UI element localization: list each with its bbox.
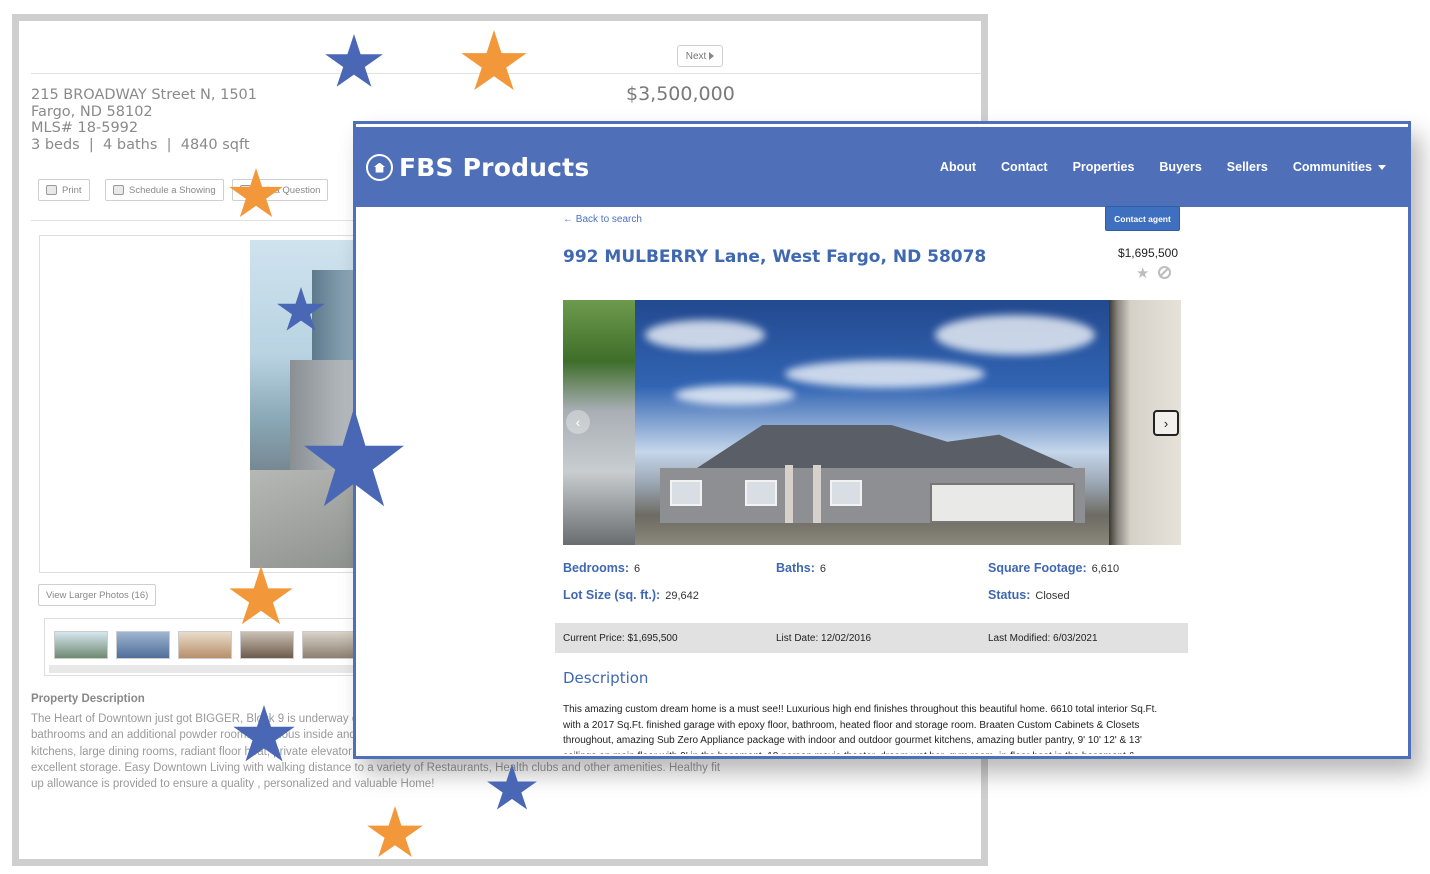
site-header: FBS Products About Contact Properties Bu… [356, 124, 1408, 207]
next-button[interactable]: Next [677, 45, 723, 67]
nav-label: About [939, 160, 977, 174]
cloud [935, 315, 1095, 355]
description-heading: Property Description [31, 693, 145, 705]
cloud [785, 360, 985, 388]
print-button[interactable]: Print [38, 179, 90, 201]
fact-label: Baths: [776, 561, 815, 575]
summary-label: List Date: [776, 633, 819, 644]
site-logo[interactable]: FBS Products [366, 153, 589, 182]
photo-gallery: ‹ › [563, 300, 1181, 545]
calendar-icon [113, 185, 124, 195]
summary-list-date: List Date: 12/02/2016 [776, 633, 871, 644]
photo-frame [39, 235, 370, 573]
house-window [670, 480, 702, 506]
main-photo[interactable] [250, 240, 370, 568]
fbs-listing-window: FBS Products About Contact Properties Bu… [353, 121, 1411, 759]
cloud [645, 320, 765, 350]
next-label: Next [685, 50, 707, 62]
gallery-main-photo[interactable] [635, 300, 1109, 545]
fact-value: 6 [819, 563, 827, 575]
summary-last-modified: Last Modified: 6/03/2021 [988, 633, 1098, 644]
home-logo-icon [366, 154, 393, 181]
fact-status: Status: Closed [988, 588, 1070, 602]
print-label: Print [62, 184, 82, 196]
description-text: This amazing custom dream home is a must… [563, 704, 1158, 754]
thumbnail[interactable] [116, 631, 170, 659]
fact-square-footage: Square Footage: 6,610 [988, 561, 1119, 575]
nav-label: Contact [1001, 160, 1048, 174]
thumbnail[interactable] [54, 631, 108, 659]
summary-label: Last Modified: [988, 633, 1051, 644]
description-heading: Description [563, 669, 649, 687]
summary-label: Current Price: [563, 633, 625, 644]
address-line-1: 215 BROADWAY Street N, 1501 [31, 87, 257, 103]
fact-value: 6 [633, 563, 641, 575]
mls-number: MLS# 18-5992 [31, 120, 139, 136]
nav-label: Communities [1292, 160, 1372, 174]
back-to-search-link[interactable]: ← Back to search [563, 214, 642, 225]
print-icon [46, 185, 57, 195]
view-larger-photos-button[interactable]: View Larger Photos (16) [38, 584, 157, 606]
gallery-prev-button[interactable]: ‹ [566, 410, 590, 434]
fact-label: Square Footage: [988, 561, 1087, 575]
main-nav: About Contact Properties Buyers Sellers … [940, 160, 1386, 174]
gallery-next-button[interactable]: › [1153, 410, 1179, 436]
nav-sellers[interactable]: Sellers [1227, 160, 1268, 174]
house-pillar [813, 465, 821, 523]
summary-value: 12/02/2016 [821, 633, 872, 644]
fact-baths: Baths: 6 [776, 561, 826, 575]
fact-value: 29,642 [665, 590, 699, 602]
house-window [830, 480, 862, 506]
summary-value: 6/03/2021 [1053, 633, 1098, 644]
house-window [745, 480, 777, 506]
listing-price: $3,500,000 [626, 83, 735, 105]
address-line-2: Fargo, ND 58102 [31, 103, 153, 120]
hide-ban-icon[interactable] [1158, 266, 1171, 279]
nav-communities[interactable]: Communities [1293, 160, 1386, 174]
summary-value: $1,695,500 [627, 633, 678, 644]
thumbnail-scrollbar[interactable] [49, 665, 371, 673]
listing-stats: 3 beds | 4 baths | 4840 sqft [31, 136, 250, 153]
fact-value: 6,610 [1091, 563, 1120, 575]
nav-label: Properties [1072, 160, 1135, 174]
contact-agent-button[interactable]: Contact agent [1105, 206, 1180, 231]
house-roof [689, 425, 1085, 473]
house-pillar [785, 465, 793, 523]
favorite-star-icon[interactable]: ★ [1136, 264, 1149, 282]
fact-label: Lot Size (sq. ft.): [563, 588, 661, 602]
thumbnail[interactable] [302, 631, 356, 659]
listing-summary-bar: Current Price: $1,695,500 List Date: 12/… [555, 623, 1188, 653]
listing-price: $1,695,500 [1117, 246, 1178, 260]
fact-label: Status: [988, 588, 1031, 602]
nav-label: Sellers [1226, 160, 1268, 174]
play-icon [709, 52, 715, 60]
fact-lot-size: Lot Size (sq. ft.): 29,642 [563, 588, 699, 602]
house-garage [930, 483, 1075, 523]
listing-summary: 215 BROADWAY Street N, 1501 Fargo, ND 58… [31, 87, 257, 153]
caret-down-icon [1378, 164, 1386, 170]
listing-title: 992 MULBERRY Lane, West Fargo, ND 58078 [563, 247, 987, 267]
fact-label: Bedrooms: [563, 561, 629, 575]
cloud [675, 385, 795, 405]
nav-properties[interactable]: Properties [1073, 160, 1135, 174]
nav-label: Buyers [1159, 160, 1202, 174]
thumbnail[interactable] [240, 631, 294, 659]
nav-about[interactable]: About [940, 160, 976, 174]
schedule-label: Schedule a Showing [129, 184, 216, 196]
nav-contact[interactable]: Contact [1001, 160, 1048, 174]
schedule-showing-button[interactable]: Schedule a Showing [105, 179, 224, 201]
brand-name: FBS Products [399, 153, 590, 182]
fact-bedrooms: Bedrooms: 6 [563, 561, 640, 575]
nav-buyers[interactable]: Buyers [1159, 160, 1201, 174]
thumbnail-strip [44, 618, 374, 676]
thumbnail[interactable] [178, 631, 232, 659]
summary-current-price: Current Price: $1,695,500 [563, 633, 678, 644]
fact-value: Closed [1035, 590, 1070, 602]
